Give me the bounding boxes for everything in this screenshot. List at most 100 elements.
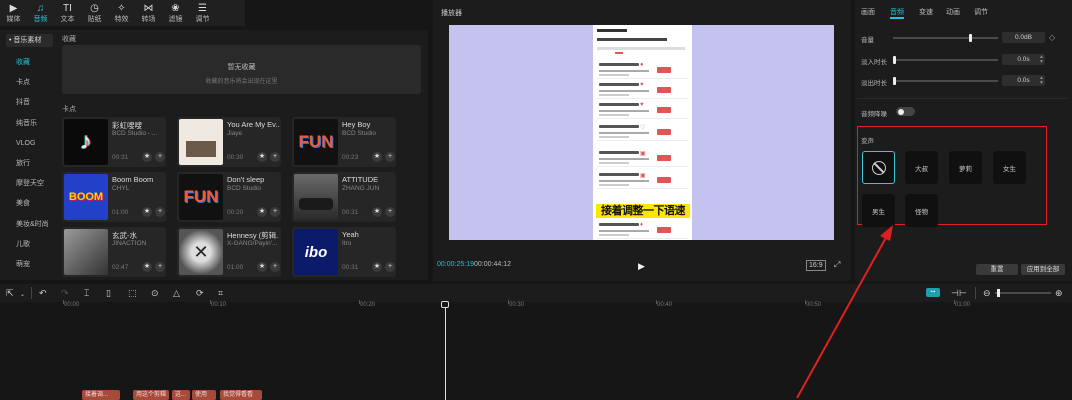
fade-out-slider[interactable] (893, 77, 998, 85)
add-icon[interactable]: + (385, 207, 395, 217)
music-card[interactable]: FUN Don't sleep BCD Studio 00:20 ★ + (177, 172, 281, 222)
voice-option-male[interactable]: 男生 (862, 194, 895, 227)
tab-speed[interactable]: 变速 (919, 7, 933, 17)
volume-slider-handle[interactable] (968, 34, 972, 42)
text-clip[interactable]: 接着调... (82, 390, 120, 400)
tab-animation[interactable]: 动画 (946, 7, 960, 17)
favorite-star-icon[interactable]: ★ (372, 152, 382, 162)
sidebar-item-favorites[interactable]: 收藏 (0, 53, 57, 73)
volume-value[interactable]: 0.0dB (1002, 32, 1045, 43)
redo-icon[interactable]: ↷ (61, 288, 69, 298)
mirror-icon[interactable]: △ (173, 288, 180, 298)
text-clip[interactable]: 这... (172, 390, 190, 400)
text-clip[interactable]: 用这个剪辑 (133, 390, 169, 400)
play-icon[interactable]: ▶ (638, 261, 645, 272)
add-icon[interactable]: + (155, 152, 165, 162)
tab-picture[interactable]: 画面 (861, 7, 875, 17)
tab-media[interactable]: ▶ 媒体 (0, 0, 27, 26)
reset-button[interactable]: 重置 (976, 264, 1018, 275)
sidebar-item-douyin[interactable]: 抖音 (0, 93, 57, 113)
tab-adjust-props[interactable]: 调节 (974, 7, 988, 17)
music-card[interactable]: ✕ Hennesy (剪辑... X-GANG/Payin'... 01:00 … (177, 227, 281, 277)
split-icon[interactable]: ⌶ (84, 288, 89, 298)
sidebar-item-vlog[interactable]: VLOG (0, 134, 57, 154)
favorite-star-icon[interactable]: ★ (257, 207, 267, 217)
voice-option-monster[interactable]: 怪物 (905, 194, 938, 227)
crop-icon[interactable]: ⌗ (218, 288, 223, 298)
sidebar-item-pets[interactable]: 萌宠 (0, 255, 57, 275)
add-icon[interactable]: + (270, 207, 280, 217)
zoom-out-icon[interactable]: ⊖ (983, 288, 991, 298)
favorite-star-icon[interactable]: ★ (257, 152, 267, 162)
tab-audio-props[interactable]: 音频 (890, 7, 904, 17)
music-card[interactable]: ATTITUDE ZHANG JUN 00:31 ★ + (292, 172, 396, 222)
reverse-icon[interactable]: ⊙ (151, 288, 159, 298)
text-clip[interactable]: 使用 (192, 390, 216, 400)
fullscreen-icon[interactable]: ⤢ (834, 260, 840, 270)
favorite-star-icon[interactable]: ★ (142, 152, 152, 162)
voice-option-female[interactable]: 女生 (993, 151, 1026, 184)
tab-filter[interactable]: ❀ 滤镜 (162, 0, 189, 26)
voice-option-none[interactable] (862, 151, 895, 184)
sidebar-item-pure-music[interactable]: 纯音乐 (0, 114, 57, 134)
playhead-line[interactable] (445, 302, 446, 400)
favorite-star-icon[interactable]: ★ (372, 262, 382, 272)
select-cursor-icon[interactable]: ⇱ (6, 288, 14, 298)
sidebar-header[interactable]: • 音乐素材 (6, 34, 53, 47)
add-icon[interactable]: + (270, 152, 280, 162)
favorite-star-icon[interactable]: ★ (372, 207, 382, 217)
sidebar-item-food[interactable]: 美食 (0, 194, 57, 214)
music-card[interactable]: FUN Hey Boy BCD Studio 00:23 ★ + (292, 117, 396, 167)
add-icon[interactable]: + (270, 262, 280, 272)
timeline-tick: 00:30 (509, 302, 525, 308)
sidebar-item-travel[interactable]: 旅行 (0, 154, 57, 174)
text-clip[interactable]: 我觉得看看 (220, 390, 262, 400)
tab-adjust[interactable]: ☰ 调节 (189, 0, 216, 26)
music-card[interactable]: You Are My Ev... Jiaye 00:30 ★ + (177, 117, 281, 167)
music-card[interactable]: ibo Yeah Itro 00:31 ★ + (292, 227, 396, 277)
add-icon[interactable]: + (385, 152, 395, 162)
favorite-star-icon[interactable]: ★ (142, 262, 152, 272)
tab-sticker[interactable]: ◷ 贴纸 (81, 0, 108, 26)
zoom-in-icon[interactable]: ⊕ (1055, 288, 1063, 298)
favorite-star-icon[interactable]: ★ (257, 262, 267, 272)
favorite-star-icon[interactable]: ★ (142, 207, 152, 217)
fade-in-slider[interactable] (893, 56, 998, 64)
voice-option-uncle[interactable]: 大叔 (905, 151, 938, 184)
sidebar-item-modern-sky[interactable]: 摩登天空 (0, 174, 57, 194)
delete-icon[interactable]: ▯ (106, 288, 111, 298)
freeze-icon[interactable]: ⬚ (128, 288, 137, 298)
tab-effects[interactable]: ✧ 特效 (108, 0, 135, 26)
link-tracks-icon[interactable]: ⊶ (926, 288, 940, 297)
denoise-toggle[interactable] (896, 107, 915, 116)
zoom-slider-handle[interactable] (997, 289, 1000, 297)
music-card[interactable]: 玄武-水 JINACTION 02:47 ★ + (62, 227, 166, 277)
sidebar-item-beauty[interactable]: 美妆&时尚 (0, 215, 57, 235)
tab-text[interactable]: TI 文本 (54, 0, 81, 26)
music-card[interactable]: ♪ 彩虹嗖嗖 BCD Studio - ... 00:31 ★ + (62, 117, 166, 167)
timeline-area[interactable] (0, 302, 1072, 400)
tab-transition[interactable]: ⋈ 转场 (135, 0, 162, 26)
playhead-handle[interactable] (441, 301, 449, 308)
voice-option-loli[interactable]: 萝莉 (949, 151, 982, 184)
fade-out-slider-handle[interactable] (893, 77, 896, 85)
aspect-ratio-button[interactable]: 16:9 (806, 260, 826, 271)
snap-icon[interactable]: ⊣⊢ (951, 288, 967, 298)
fade-in-slider-handle[interactable] (893, 56, 896, 64)
sidebar-item-beat[interactable]: 卡点 (0, 73, 57, 93)
sidebar-item-kids[interactable]: 儿歌 (0, 235, 57, 255)
rotate-icon[interactable]: ⟳ (196, 288, 204, 298)
apply-all-button[interactable]: 应用到全部 (1021, 264, 1065, 275)
music-card[interactable]: BOOM Boom Boom CHYL 01:00 ★ + (62, 172, 166, 222)
add-icon[interactable]: + (385, 262, 395, 272)
add-icon[interactable]: + (155, 207, 165, 217)
zoom-slider[interactable] (995, 289, 1051, 297)
volume-slider[interactable] (893, 34, 998, 42)
add-icon[interactable]: + (155, 262, 165, 272)
tab-audio[interactable]: ♫ 音频 (27, 0, 54, 26)
keyframe-diamond-icon[interactable]: ◇ (1049, 33, 1055, 42)
undo-icon[interactable]: ↶ (39, 288, 47, 298)
fade-in-stepper-icon[interactable]: ▲ ▼ (1039, 55, 1044, 65)
fade-out-stepper-icon[interactable]: ▲ ▼ (1039, 76, 1044, 86)
chevron-down-icon[interactable]: ⌄ (20, 290, 25, 300)
